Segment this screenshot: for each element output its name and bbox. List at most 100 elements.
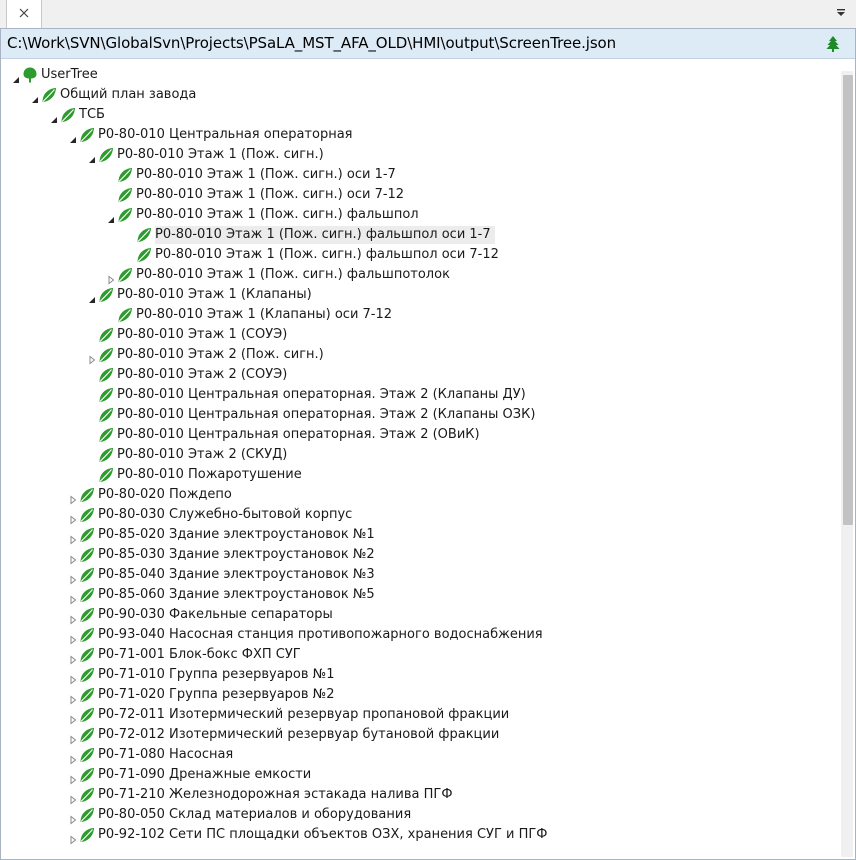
collapse-arrow-icon[interactable] (106, 210, 116, 223)
tree-node[interactable]: Р0-80-010 Этаж 2 (СОУЭ) (1, 365, 837, 385)
expand-arrow-icon[interactable] (68, 530, 78, 545)
tree-node[interactable]: Р0-80-010 Этаж 1 (СОУЭ) (1, 325, 837, 345)
tree-node[interactable]: Р0-71-020 Группа резервуаров №2 (1, 685, 837, 705)
tree-node[interactable]: Р0-80-010 Центральная операторная. Этаж … (1, 385, 837, 405)
leaf-icon (78, 806, 96, 824)
expand-arrow-icon[interactable] (68, 830, 78, 845)
tree-node[interactable]: Р0-85-040 Здание электроустановок №3 (1, 565, 837, 585)
tree-node-label: Р0-80-010 Этаж 2 (Пож. сигн.) (117, 347, 324, 362)
tree-node[interactable]: Р0-80-010 Центральная операторная (1, 125, 837, 145)
expand-arrow-icon[interactable] (68, 790, 78, 805)
tree-node[interactable]: Р0-80-010 Этаж 1 (Пож. сигн.) фальшпол о… (1, 245, 837, 265)
leaf-icon (97, 286, 115, 304)
tree-node[interactable]: Р0-80-010 Центральная операторная. Этаж … (1, 405, 837, 425)
tree-node[interactable]: Р0-85-060 Здание электроустановок №5 (1, 585, 837, 605)
tree-node-label: Р0-80-010 Этаж 1 (Клапаны) оси 7-12 (136, 307, 393, 322)
tree-node[interactable]: Р0-80-010 Этаж 1 (Пож. сигн.) фальшпол (1, 205, 837, 225)
tree-node[interactable]: Р0-80-010 Пожаротушение (1, 465, 837, 485)
scrollbar-thumb[interactable] (843, 75, 853, 525)
tree-node[interactable]: Р0-80-010 Этаж 1 (Клапаны) (1, 285, 837, 305)
tree-node-label: Р0-71-210 Железнодорожная эстакада налив… (98, 787, 453, 802)
tree-node[interactable]: Р0-80-010 Этаж 2 (Пож. сигн.) (1, 345, 837, 365)
tree-node[interactable]: Р0-72-011 Изотермический резервуар пропа… (1, 705, 837, 725)
tree-node[interactable]: Р0-71-210 Железнодорожная эстакада налив… (1, 785, 837, 805)
collapse-arrow-icon[interactable] (49, 110, 59, 123)
tree-node[interactable]: ТСБ (1, 105, 837, 125)
leaf-icon (78, 686, 96, 704)
tree-node[interactable]: Р0-80-030 Служебно-бытовой корпус (1, 505, 837, 525)
tree-icon[interactable] (825, 35, 841, 53)
leaf-icon (78, 586, 96, 604)
collapse-arrow-icon[interactable] (11, 70, 21, 83)
tree-node[interactable]: Р0-80-050 Склад материалов и оборудовани… (1, 805, 837, 825)
leaf-icon (97, 446, 115, 464)
tree-node[interactable]: Р0-80-010 Этаж 2 (СКУД) (1, 445, 837, 465)
expand-arrow-icon[interactable] (68, 550, 78, 565)
expand-arrow-icon[interactable] (68, 730, 78, 745)
leaf-icon (97, 386, 115, 404)
tree-node[interactable]: Р0-90-030 Факельные сепараторы (1, 605, 837, 625)
tree-node-label: ТСБ (79, 107, 105, 122)
expand-arrow-icon[interactable] (68, 770, 78, 785)
tree-node[interactable]: Р0-71-080 Насосная (1, 745, 837, 765)
tree-node-label: Р0-85-060 Здание электроустановок №5 (98, 587, 375, 602)
leaf-icon (78, 706, 96, 724)
tree-node[interactable]: Р0-71-010 Группа резервуаров №1 (1, 665, 837, 685)
tree-node-label: Р0-80-010 Этаж 1 (Клапаны) (117, 287, 312, 302)
leaf-icon (78, 786, 96, 804)
expand-arrow-icon[interactable] (68, 630, 78, 645)
collapse-arrow-icon[interactable] (87, 290, 97, 303)
expand-arrow-icon[interactable] (68, 510, 78, 525)
tree-node[interactable]: Р0-80-020 Пождепо (1, 485, 837, 505)
leaf-icon (78, 526, 96, 544)
expand-arrow-icon[interactable] (68, 810, 78, 825)
tree-node[interactable]: Р0-80-010 Центральная операторная. Этаж … (1, 425, 837, 445)
tree-node-label: Р0-80-020 Пождепо (98, 487, 232, 502)
tree-node-label: Р0-71-001 Блок-бокс ФХП СУГ (98, 647, 301, 662)
chevron-down-icon[interactable] (834, 6, 848, 20)
collapse-arrow-icon[interactable] (68, 130, 78, 143)
tree-node[interactable]: Р0-72-012 Изотермический резервуар бутан… (1, 725, 837, 745)
expand-arrow-icon[interactable] (68, 590, 78, 605)
expand-arrow-icon[interactable] (68, 710, 78, 725)
expand-arrow-icon[interactable] (106, 270, 116, 285)
tree-node-label: Р0-80-010 Этаж 1 (СОУЭ) (117, 327, 288, 342)
tree-node[interactable]: Р0-93-040 Насосная станция противопожарн… (1, 625, 837, 645)
leaf-icon (97, 426, 115, 444)
collapse-arrow-icon[interactable] (30, 90, 40, 103)
leaf-icon (78, 606, 96, 624)
vertical-scrollbar[interactable] (841, 71, 853, 857)
tree-node[interactable]: Р0-85-020 Здание электроустановок №1 (1, 525, 837, 545)
collapse-arrow-icon[interactable] (87, 150, 97, 163)
leaf-icon (116, 186, 134, 204)
tree-node[interactable]: Р0-92-102 Сети ПС площадки объектов ОЗХ,… (1, 825, 837, 845)
tree-node[interactable]: Р0-80-010 Этаж 1 (Пож. сигн.) фальшпол о… (1, 225, 837, 245)
tree-view[interactable]: UserTree Общий план завода ТСБ Р0-80-010 Це… (1, 65, 837, 859)
expand-arrow-icon[interactable] (68, 490, 78, 505)
tree-node[interactable]: Р0-80-010 Этаж 1 (Пож. сигн.) оси 1-7 (1, 165, 837, 185)
tree-node[interactable]: Р0-80-010 Этаж 1 (Пож. сигн.) оси 7-12 (1, 185, 837, 205)
tree-node-label: Р0-71-090 Дренажные емкости (98, 767, 312, 782)
tree-node-label: Р0-93-040 Насосная станция противопожарн… (98, 627, 543, 642)
expand-arrow-icon[interactable] (68, 610, 78, 625)
expand-arrow-icon[interactable] (68, 750, 78, 765)
close-icon[interactable] (15, 4, 33, 22)
tree-node[interactable]: Р0-80-010 Этаж 1 (Клапаны) оси 7-12 (1, 305, 837, 325)
tree-node[interactable]: Р0-71-090 Дренажные емкости (1, 765, 837, 785)
tree-node[interactable]: Общий план завода (1, 85, 837, 105)
tree-node-label: Р0-80-030 Служебно-бытовой корпус (98, 507, 353, 522)
tree-node[interactable]: UserTree (1, 65, 837, 85)
expand-arrow-icon[interactable] (68, 670, 78, 685)
document-tab[interactable] (6, 0, 42, 28)
expand-arrow-icon[interactable] (68, 570, 78, 585)
tree-node[interactable]: Р0-85-030 Здание электроустановок №2 (1, 545, 837, 565)
tree-node[interactable]: Р0-80-010 Этаж 1 (Пож. сигн.) (1, 145, 837, 165)
leaf-icon (78, 546, 96, 564)
tree-node[interactable]: Р0-71-001 Блок-бокс ФХП СУГ (1, 645, 837, 665)
expand-arrow-icon[interactable] (68, 650, 78, 665)
tree-node[interactable]: Р0-80-010 Этаж 1 (Пож. сигн.) фальшпотол… (1, 265, 837, 285)
expand-arrow-icon[interactable] (68, 690, 78, 705)
expand-arrow-icon[interactable] (87, 350, 97, 365)
tree-node-label: Р0-80-010 Этаж 1 (Пож. сигн.) оси 7-12 (136, 187, 405, 202)
tree-node-label: Р0-85-030 Здание электроустановок №2 (98, 547, 375, 562)
